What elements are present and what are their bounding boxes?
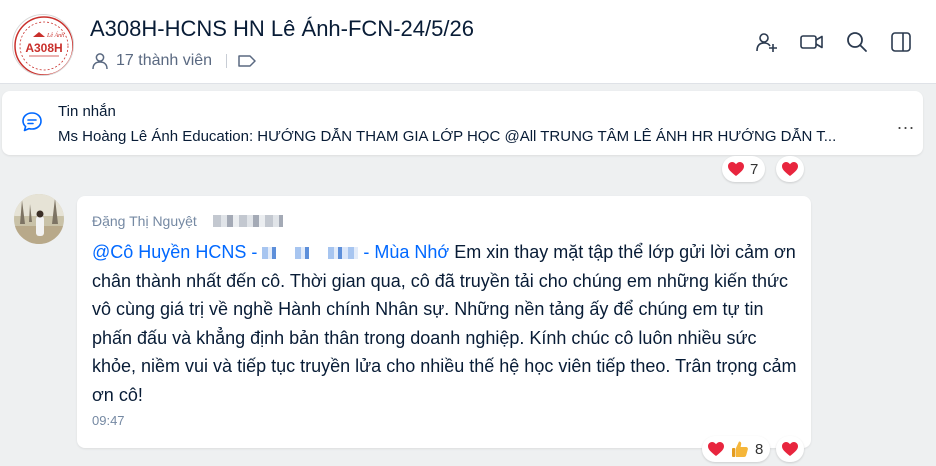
group-avatar[interactable]: Lê Ánh A308H: [12, 14, 74, 76]
thumbs-up-icon: [732, 441, 748, 457]
chat-header: Lê Ánh A308H A308H-HCNS HN Lê Ánh-FCN-24…: [0, 0, 936, 84]
member-count[interactable]: 17 thành viên: [116, 52, 212, 70]
group-logo-icon: Lê Ánh A308H: [14, 16, 73, 75]
more-options-icon[interactable]: ...: [897, 113, 915, 134]
sender-name[interactable]: Đặng Thị Nguyệt: [92, 213, 197, 229]
group-title: A308H-HCNS HN Lê Ánh-FCN-24/5/26: [90, 16, 474, 41]
message-bubble[interactable]: Đặng Thị Nguyệt @Cô Huyền HCNS - - Mùa N…: [77, 196, 811, 448]
search-icon[interactable]: [843, 28, 871, 56]
redacted-text: [328, 247, 359, 260]
message-text: @Cô Huyền HCNS - - Mùa Nhớ Em xin thay m…: [92, 242, 797, 405]
reaction-summary[interactable]: 8: [702, 436, 771, 462]
reaction-count: 8: [755, 440, 764, 458]
svg-text:A308H: A308H: [25, 41, 62, 55]
svg-text:Lê Ánh: Lê Ánh: [46, 31, 64, 39]
heart-icon: [782, 442, 798, 456]
member-icon: [92, 53, 108, 70]
video-call-icon[interactable]: [798, 28, 826, 56]
mention-link[interactable]: @Cô Huyền HCNS - - Mùa Nhớ: [92, 242, 449, 262]
redacted-text: [262, 247, 277, 260]
tag-icon[interactable]: [237, 53, 257, 69]
react-heart-button[interactable]: [776, 156, 804, 182]
message-time: 09:47: [92, 413, 125, 428]
reaction-summary[interactable]: 7: [722, 156, 766, 182]
react-heart-button[interactable]: [776, 436, 804, 462]
heart-icon: [728, 162, 744, 176]
pinned-preview: Ms Hoàng Lê Ánh Education: HƯỚNG DẪN THA…: [58, 128, 837, 145]
add-member-icon[interactable]: [753, 28, 781, 56]
sender-name-row: Đặng Thị Nguyệt: [92, 213, 283, 229]
message-bubble-icon: [20, 110, 44, 139]
user-photo-icon: [14, 194, 64, 244]
group-meta: 17 thành viên: [90, 50, 257, 72]
sidebar-toggle-icon[interactable]: [887, 28, 915, 56]
heart-icon: [708, 442, 724, 456]
heart-icon: [782, 162, 798, 176]
reaction-count: 7: [750, 160, 759, 178]
pinned-message[interactable]: Tin nhắn Ms Hoàng Lê Ánh Education: HƯỚN…: [2, 91, 923, 155]
redacted-text: [212, 215, 283, 227]
sender-avatar[interactable]: [14, 194, 64, 244]
pinned-label: Tin nhắn: [58, 103, 116, 120]
redacted-text: [295, 247, 310, 260]
